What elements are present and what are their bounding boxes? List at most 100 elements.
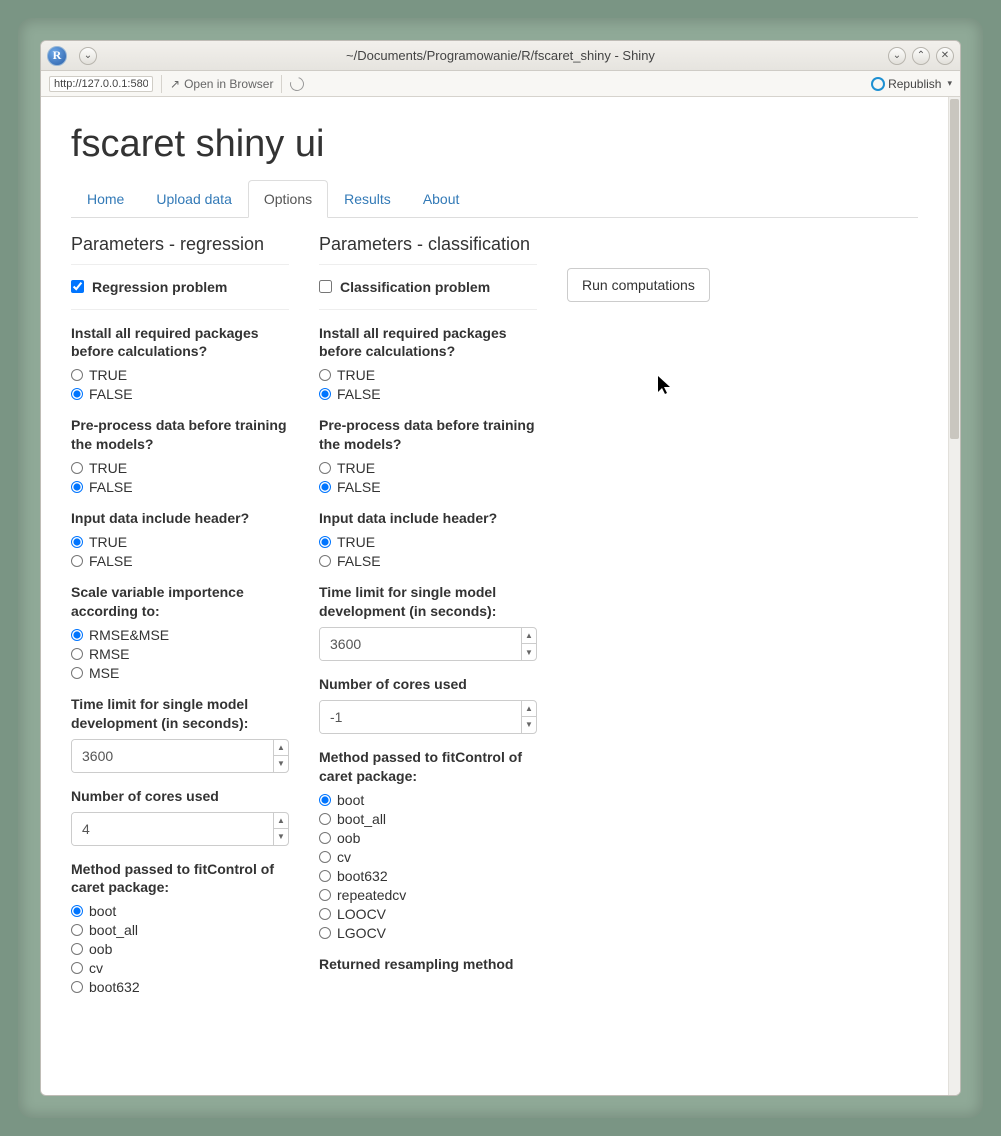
tab-about[interactable]: About <box>407 180 476 218</box>
cls-fitcontrol-label: Method passed to fitControl of caret pac… <box>319 748 537 786</box>
menu-button[interactable]: ⌄ <box>79 47 97 65</box>
cls-fc-repeatedcv[interactable]: repeatedcv <box>319 887 537 903</box>
cls-preprocess-true[interactable]: TRUE <box>319 460 537 476</box>
reg-timelimit-input[interactable]: ▲▼ <box>71 739 289 773</box>
scrollbar[interactable] <box>948 97 960 1095</box>
step-up[interactable]: ▲ <box>274 813 288 830</box>
reg-scale-rmsemse[interactable]: RMSE&MSE <box>71 627 289 643</box>
cls-timelimit-input[interactable]: ▲▼ <box>319 627 537 661</box>
cls-cores-input[interactable]: ▲▼ <box>319 700 537 734</box>
step-down[interactable]: ▼ <box>274 829 288 845</box>
divider <box>319 264 537 265</box>
reg-cores-label: Number of cores used <box>71 787 289 806</box>
step-down[interactable]: ▼ <box>522 644 536 660</box>
minimize-button[interactable]: ⌄ <box>888 47 906 65</box>
reg-install-false[interactable]: FALSE <box>71 386 289 402</box>
open-in-browser-button[interactable]: ↗ Open in Browser <box>170 77 273 91</box>
classification-problem-input[interactable] <box>319 280 332 293</box>
reg-preprocess-false[interactable]: FALSE <box>71 479 289 495</box>
cls-fc-lgocv[interactable]: LGOCV <box>319 925 537 941</box>
sync-icon <box>870 77 884 91</box>
step-up[interactable]: ▲ <box>522 628 536 645</box>
refresh-icon[interactable] <box>288 74 307 93</box>
tab-home[interactable]: Home <box>71 180 140 218</box>
reg-fc-bootall[interactable]: boot_all <box>71 922 289 938</box>
quantity-stepper[interactable]: ▲▼ <box>521 701 536 733</box>
reg-fitcontrol-label: Method passed to fitControl of caret pac… <box>71 860 289 898</box>
quantity-stepper[interactable]: ▲▼ <box>273 813 288 845</box>
reg-install-label: Install all required packages before cal… <box>71 324 289 362</box>
page-scroll[interactable]: fscaret shiny ui Home Upload data Option… <box>41 97 948 1095</box>
separator <box>161 75 162 93</box>
run-computations-button[interactable]: Run computations <box>567 268 710 302</box>
cls-cores-field[interactable] <box>320 701 521 733</box>
reg-header-true[interactable]: TRUE <box>71 534 289 550</box>
cls-install-false[interactable]: FALSE <box>319 386 537 402</box>
cls-cores-label: Number of cores used <box>319 675 537 694</box>
republish-button[interactable]: Republish ▾ <box>870 77 952 91</box>
reg-header-label: Input data include header? <box>71 509 289 528</box>
cls-install-label: Install all required packages before cal… <box>319 324 537 362</box>
reg-scale-mse[interactable]: MSE <box>71 665 289 681</box>
cls-timelimit-label: Time limit for single model development … <box>319 583 537 621</box>
url-field[interactable] <box>49 76 153 92</box>
app-window: R ⌄ ~/Documents/Programowanie/R/fscaret_… <box>40 40 961 1096</box>
nav-tabs: Home Upload data Options Results About <box>71 180 918 218</box>
divider <box>71 309 289 310</box>
cls-fc-boot[interactable]: boot <box>319 792 537 808</box>
maximize-button[interactable]: ⌃ <box>912 47 930 65</box>
cls-header-true[interactable]: TRUE <box>319 534 537 550</box>
republish-label: Republish <box>888 77 941 91</box>
reg-timelimit-field[interactable] <box>72 740 273 772</box>
browser-icon: ↗ <box>170 77 180 91</box>
step-down[interactable]: ▼ <box>522 717 536 733</box>
scrollbar-thumb[interactable] <box>950 99 959 439</box>
reg-preprocess-true[interactable]: TRUE <box>71 460 289 476</box>
step-down[interactable]: ▼ <box>274 756 288 772</box>
classification-problem-checkbox[interactable]: Classification problem <box>319 279 537 295</box>
classification-panel: Parameters - classification Classificati… <box>319 234 537 1009</box>
tab-options[interactable]: Options <box>248 180 328 218</box>
classification-problem-label: Classification problem <box>340 279 490 295</box>
quantity-stepper[interactable]: ▲▼ <box>521 628 536 660</box>
regression-panel: Parameters - regression Regression probl… <box>71 234 289 1009</box>
close-button[interactable]: ✕ <box>936 47 954 65</box>
window-title: ~/Documents/Programowanie/R/fscaret_shin… <box>41 48 960 63</box>
page-title: fscaret shiny ui <box>71 123 918 166</box>
cls-fc-loocv[interactable]: LOOCV <box>319 906 537 922</box>
regression-problem-label: Regression problem <box>92 279 227 295</box>
open-in-browser-label: Open in Browser <box>184 77 273 91</box>
cls-install-true[interactable]: TRUE <box>319 367 537 383</box>
divider <box>71 264 289 265</box>
cls-fc-cv[interactable]: cv <box>319 849 537 865</box>
cls-fc-bootall[interactable]: boot_all <box>319 811 537 827</box>
tab-results[interactable]: Results <box>328 180 407 218</box>
reg-cores-input[interactable]: ▲▼ <box>71 812 289 846</box>
step-up[interactable]: ▲ <box>522 701 536 718</box>
cls-preprocess-false[interactable]: FALSE <box>319 479 537 495</box>
reg-cores-field[interactable] <box>72 813 273 845</box>
reg-fc-cv[interactable]: cv <box>71 960 289 976</box>
regression-problem-input[interactable] <box>71 280 84 293</box>
reg-header-false[interactable]: FALSE <box>71 553 289 569</box>
cls-header-label: Input data include header? <box>319 509 537 528</box>
chevron-down-icon: ▾ <box>947 78 952 89</box>
tab-upload[interactable]: Upload data <box>140 180 248 218</box>
cls-preprocess-label: Pre-process data before training the mod… <box>319 416 537 454</box>
reg-fc-oob[interactable]: oob <box>71 941 289 957</box>
reg-install-true[interactable]: TRUE <box>71 367 289 383</box>
reg-scale-rmse[interactable]: RMSE <box>71 646 289 662</box>
regression-problem-checkbox[interactable]: Regression problem <box>71 279 289 295</box>
cls-resampling-label: Returned resampling method <box>319 955 537 974</box>
classification-heading: Parameters - classification <box>319 234 537 256</box>
reg-fc-boot[interactable]: boot <box>71 903 289 919</box>
step-up[interactable]: ▲ <box>274 740 288 757</box>
divider <box>319 309 537 310</box>
cls-fc-boot632[interactable]: boot632 <box>319 868 537 884</box>
cls-header-false[interactable]: FALSE <box>319 553 537 569</box>
quantity-stepper[interactable]: ▲▼ <box>273 740 288 772</box>
cls-timelimit-field[interactable] <box>320 628 521 660</box>
cls-fc-oob[interactable]: oob <box>319 830 537 846</box>
reg-fc-boot632[interactable]: boot632 <box>71 979 289 995</box>
reg-timelimit-label: Time limit for single model development … <box>71 695 289 733</box>
